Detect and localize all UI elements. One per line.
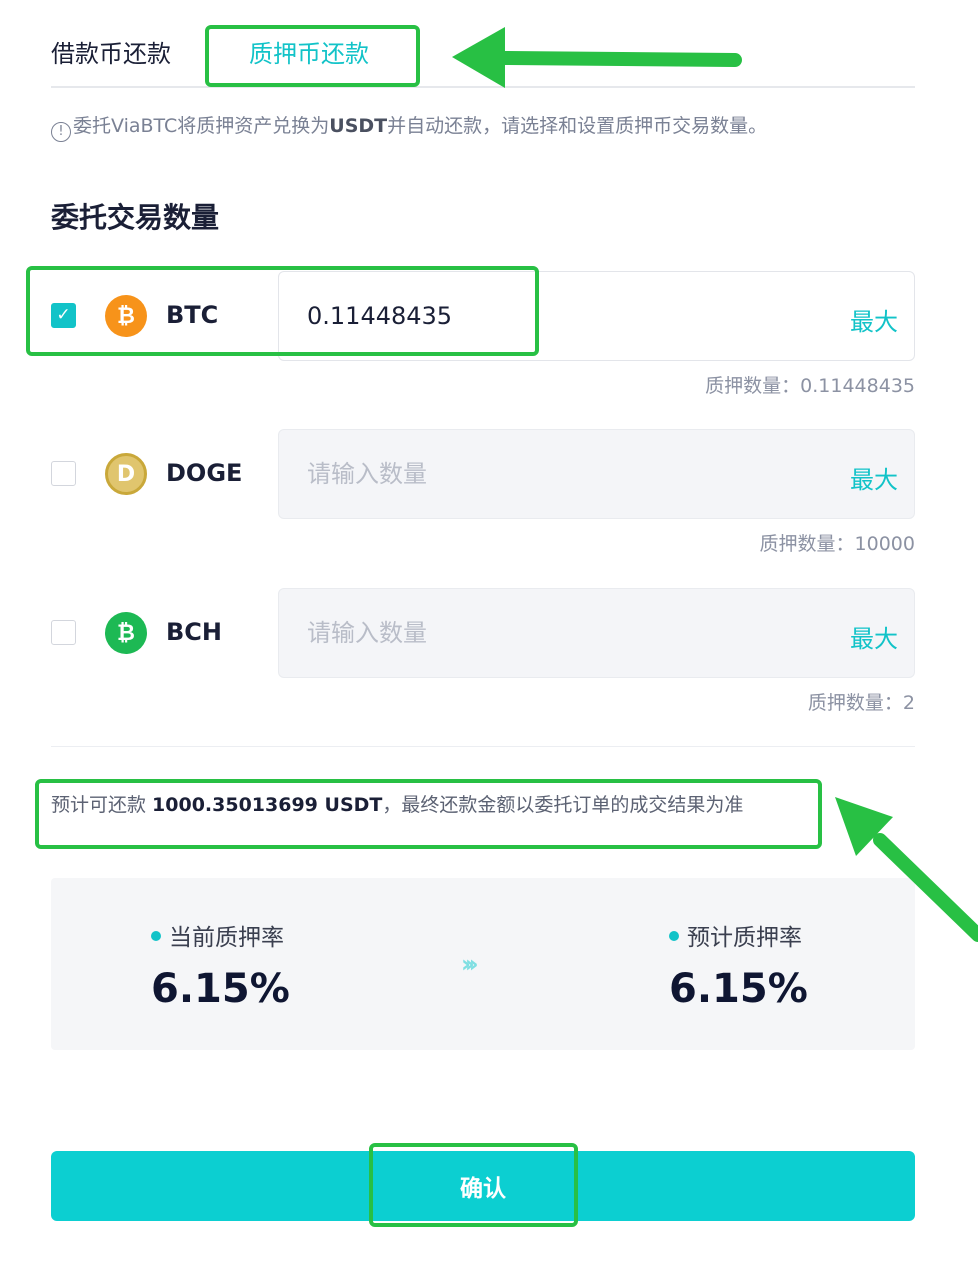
highlight-box [26, 266, 539, 356]
current-rate-label-text: 当前质押率 [169, 925, 284, 951]
current-rate-value: 6.15% [151, 966, 290, 1012]
coin-name: DOGE [166, 459, 243, 487]
tab-borrow-coin-repay[interactable]: 借款币还款 [51, 38, 171, 70]
collateral-quantity: 质押数量：2 [807, 692, 915, 714]
coin-row-doge: D DOGE 最大 质押数量：10000 [51, 429, 915, 555]
projected-rate-value: 6.15% [669, 966, 808, 1012]
coin-name: BCH [166, 618, 222, 646]
bch-amount-input[interactable] [307, 589, 767, 676]
bitcoin-cash-icon: ₿ [105, 612, 147, 654]
coin-row-bch: ₿ BCH 最大 质押数量：2 [51, 588, 915, 714]
highlight-box [35, 779, 822, 849]
doge-amount-input[interactable] [307, 430, 767, 517]
dot-icon [669, 931, 679, 941]
projected-rate-label-text: 预计质押率 [687, 925, 802, 951]
max-button[interactable]: 最大 [850, 302, 898, 337]
amount-field: 最大 [278, 429, 915, 519]
divider [51, 746, 915, 747]
collateral-quantity: 质押数量：10000 [759, 533, 915, 555]
notice-prefix: 委托ViaBTC将质押资产兑换为 [73, 115, 330, 137]
notice-suffix: 并自动还款，请选择和设置质押币交易数量。 [387, 115, 768, 137]
repay-tabs: 借款币还款 质押币还款 [51, 20, 915, 88]
projected-rate-label: 预计质押率 [669, 918, 802, 952]
collateral-quantity: 质押数量：0.11448435 [705, 375, 915, 397]
section-title: 委托交易数量 [51, 201, 220, 234]
highlight-box [205, 25, 420, 87]
collateral-rate-panel: 当前质押率 6.15% ››› 预计质押率 6.15% [51, 878, 915, 1050]
info-notice: ! 委托ViaBTC将质押资产兑换为USDT并自动还款，请选择和设置质押币交易数量… [51, 112, 767, 142]
dot-icon [151, 931, 161, 941]
amount-field: 最大 [278, 588, 915, 678]
max-button[interactable]: 最大 [850, 460, 898, 495]
chevron-right-icon: ››› [461, 950, 479, 978]
current-rate-label: 当前质押率 [151, 918, 284, 952]
notice-currency: USDT [329, 115, 388, 137]
highlight-box [369, 1143, 578, 1227]
doge-checkbox[interactable] [51, 461, 76, 486]
info-icon: ! [51, 122, 71, 142]
dogecoin-icon: D [105, 453, 147, 495]
max-button[interactable]: 最大 [850, 619, 898, 654]
bch-checkbox[interactable] [51, 620, 76, 645]
